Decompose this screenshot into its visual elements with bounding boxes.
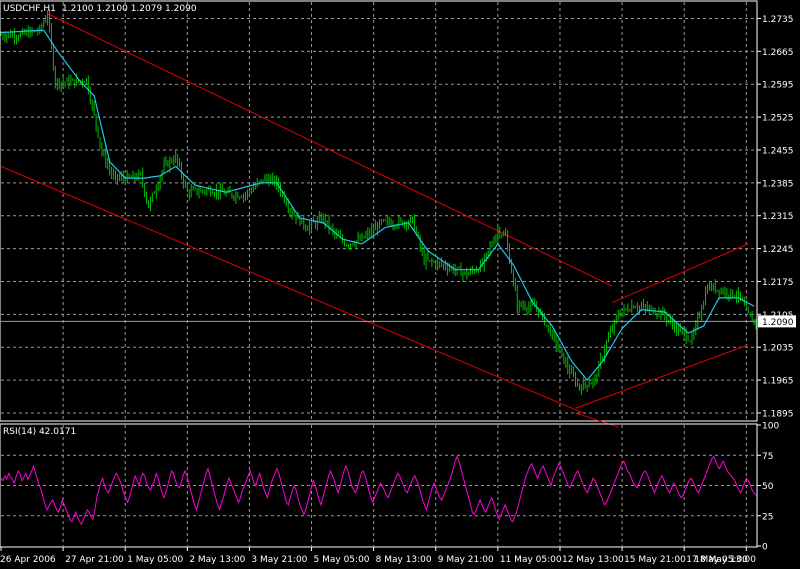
time-tick-label: 15 May 21:00 <box>624 555 686 565</box>
channel-line <box>0 165 584 414</box>
channel-line <box>575 344 749 409</box>
price-tick-label: 1.2595 <box>762 81 794 91</box>
time-tick-label: 2 May 13:00 <box>189 555 245 565</box>
price-tick-label: 1.2385 <box>762 179 794 189</box>
current-price-label: 1.2090 <box>762 318 794 328</box>
rsi-line <box>0 455 757 526</box>
regression-channels <box>0 13 749 428</box>
moving-average-line <box>0 29 755 382</box>
time-tick-label: 11 May 05:00 <box>500 555 562 565</box>
price-panel-frame <box>0 0 758 422</box>
rsi-tick-label: 100 <box>762 422 779 432</box>
channel-line <box>612 243 749 304</box>
time-tick-label: 5 May 05:00 <box>314 555 370 565</box>
time-tick-label: 12 May 13:00 <box>562 555 624 565</box>
rsi-tick-label: 25 <box>762 512 773 522</box>
price-tick-label: 1.2315 <box>762 212 794 222</box>
price-grid <box>1 2 756 420</box>
price-tick-label: 1.1965 <box>762 377 794 387</box>
price-tick-label: 1.2455 <box>762 146 794 156</box>
time-tick-label: 1 May 05:00 <box>127 555 183 565</box>
time-tick-label: 8 May 13:00 <box>376 555 432 565</box>
time-axis: 26 Apr 2006 27 Apr 21:00 1 May 05:00 2 May … <box>0 547 756 565</box>
rsi-header: RSI(14) 42.0171 <box>3 427 76 437</box>
time-tick-label: 18 May 13:00 <box>694 555 756 565</box>
time-tick-label: 26 Apr 2006 <box>0 555 56 565</box>
rsi-tick-label: 0 <box>762 543 768 553</box>
price-tick-label: 1.2735 <box>762 15 794 25</box>
rsi-grid <box>1 425 756 546</box>
channel-line <box>47 13 613 287</box>
price-panel: 1.2735 1.2665 1.2595 1.2525 1.2455 1.2385 1.23… <box>0 0 796 428</box>
price-tick-label: 1.2035 <box>762 344 794 354</box>
price-tick-label: 1.2245 <box>762 245 794 255</box>
price-tick-label: 1.2665 <box>762 48 794 58</box>
price-tick-label: 1.1895 <box>762 409 794 419</box>
price-axis: 1.2735 1.2665 1.2595 1.2525 1.2455 1.2385 1.23… <box>757 15 794 419</box>
time-tick-label: 3 May 21:00 <box>251 555 307 565</box>
current-price-marker: 1.2090 <box>758 315 796 328</box>
rsi-axis: 100 75 50 25 0 <box>757 422 779 553</box>
rsi-tick-label: 75 <box>762 452 773 462</box>
price-tick-label: 1.2175 <box>762 278 794 288</box>
chart-canvas: 1.2735 1.2665 1.2595 1.2525 1.2455 1.2385 1.23… <box>0 0 796 565</box>
chart-header-symbol: USDCHF,H1 <box>3 4 56 14</box>
channel-line <box>575 412 619 428</box>
candles <box>0 9 757 396</box>
chart-header-ohlc: 1.2100 1.2100 1.2079 1.2090 <box>62 4 197 14</box>
rsi-panel: 100 75 50 25 0 RSI(14) 42.0171 <box>0 422 779 553</box>
time-tick-label: 27 Apr 21:00 <box>65 555 124 565</box>
price-tick-label: 1.2525 <box>762 114 794 124</box>
time-tick-label: 9 May 21:00 <box>438 555 494 565</box>
rsi-tick-label: 50 <box>762 482 774 492</box>
